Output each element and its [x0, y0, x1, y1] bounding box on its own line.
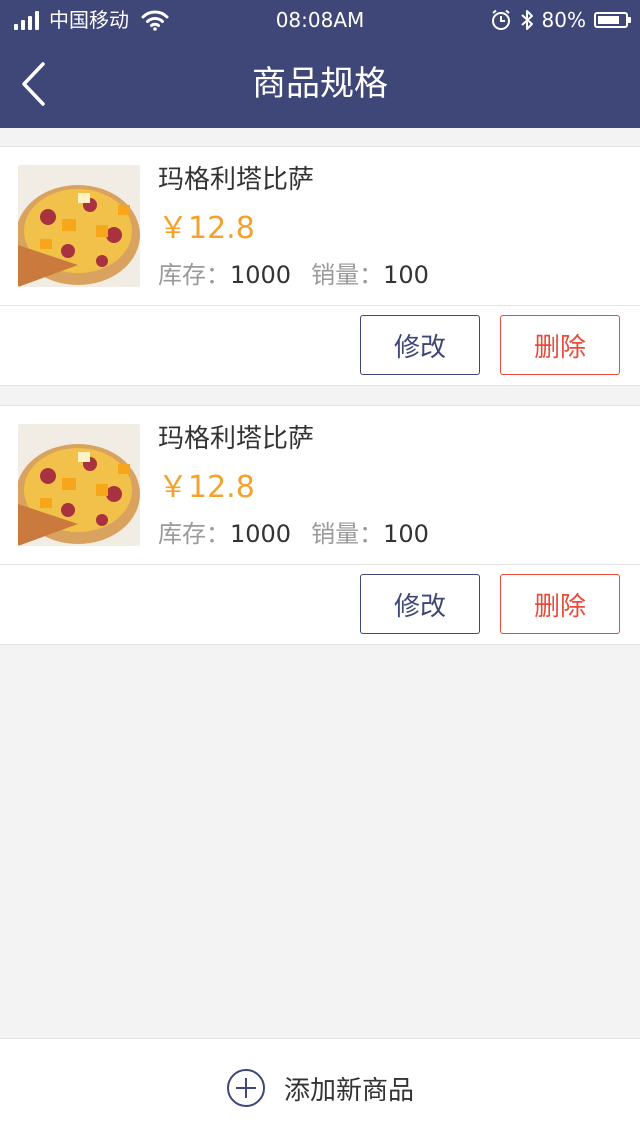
- nav-bar: 商品规格: [0, 40, 640, 128]
- page-title: 商品规格: [252, 64, 388, 104]
- edit-button[interactable]: 修改: [360, 315, 480, 375]
- bluetooth-icon: [520, 10, 533, 30]
- add-product-label: 添加新商品: [283, 1075, 414, 1106]
- battery-percent: 80%: [541, 8, 586, 32]
- sales-value: 100: [383, 520, 429, 548]
- plus-circle-icon: [226, 1069, 265, 1107]
- sales-label: 销量：: [311, 520, 384, 548]
- product-price: ￥12.8: [158, 211, 255, 246]
- alarm-icon: [491, 9, 510, 30]
- product-stats: 库存：1000 销量：100: [158, 518, 429, 550]
- stock-value: 1000: [230, 261, 292, 289]
- card-divider: [0, 564, 640, 565]
- stock-label: 库存：: [158, 520, 230, 548]
- edit-button[interactable]: 修改: [360, 574, 480, 634]
- battery-icon: [594, 12, 631, 28]
- sales-label: 销量：: [311, 261, 384, 289]
- delete-button[interactable]: 删除: [500, 315, 620, 375]
- delete-button[interactable]: 删除: [500, 574, 620, 634]
- product-image: [18, 165, 140, 287]
- product-image: [18, 424, 140, 546]
- product-price: ￥12.8: [158, 470, 255, 505]
- stock-value: 1000: [230, 520, 292, 548]
- card-divider: [0, 305, 640, 306]
- product-card: 玛格利塔比萨 ￥12.8 库存：1000 销量：100 修改 删除: [0, 405, 640, 645]
- top-bar: 中国移动 08:08AM 80% 商品规格: [0, 0, 640, 128]
- product-name: 玛格利塔比萨: [158, 165, 315, 195]
- product-card: 玛格利塔比萨 ￥12.8 库存：1000 销量：100 修改 删除: [0, 146, 640, 386]
- add-product-button[interactable]: 添加新商品: [0, 1038, 640, 1137]
- product-name: 玛格利塔比萨: [158, 424, 315, 454]
- status-bar: 中国移动 08:08AM 80%: [0, 0, 640, 40]
- stock-label: 库存：: [158, 261, 230, 289]
- product-stats: 库存：1000 销量：100: [158, 259, 429, 291]
- sales-value: 100: [383, 261, 429, 289]
